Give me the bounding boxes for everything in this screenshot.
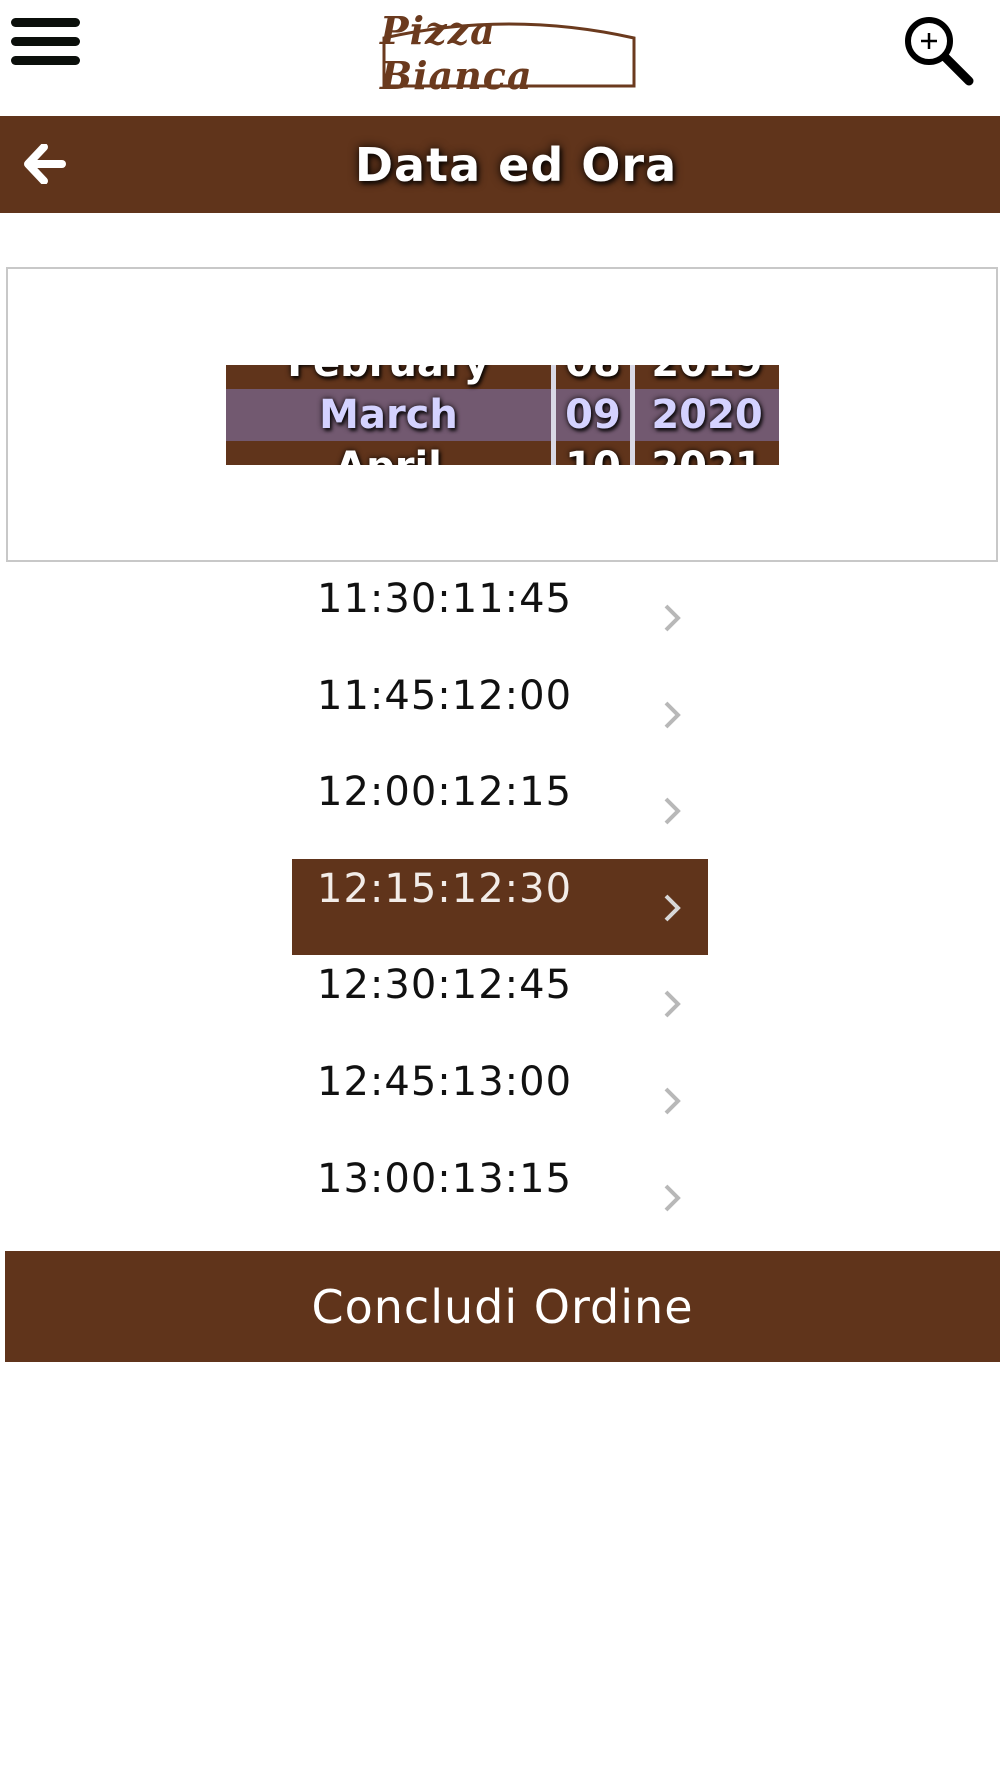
- day-selected[interactable]: 09: [556, 390, 630, 440]
- chevron-right-icon: [664, 797, 681, 825]
- chevron-right-icon: [664, 604, 681, 632]
- hamburger-menu-icon[interactable]: [11, 16, 81, 70]
- time-slot-label: 11:30:11:45: [317, 576, 573, 622]
- time-slot-label: 12:00:12:15: [317, 769, 573, 816]
- day-wheel[interactable]: 08 09 10: [556, 365, 630, 465]
- time-slot-row[interactable]: 13:00:13:15: [292, 1149, 708, 1246]
- month-next[interactable]: April: [226, 442, 551, 465]
- time-slot-label: 12:45:13:00: [317, 1058, 573, 1105]
- conclude-order-label: Concludi Ordine: [311, 1279, 694, 1334]
- time-slot-label: 12:15:12:30: [317, 865, 573, 912]
- year-next[interactable]: 2021: [635, 442, 779, 465]
- chevron-right-icon: [664, 701, 681, 729]
- title-bar: Data ed Ora: [0, 116, 1000, 213]
- time-slot-label: 11:45:12:00: [317, 672, 573, 719]
- chevron-right-icon: [664, 1184, 681, 1211]
- time-slot-list: 11:30:11:45 11:45:12:00 12:00:12:15 12:1…: [292, 569, 708, 1245]
- month-wheel[interactable]: February March April: [226, 365, 551, 465]
- month-prev[interactable]: February: [226, 365, 551, 388]
- time-slot-label: 13:00:13:15: [317, 1155, 573, 1202]
- date-picker-wheel[interactable]: February March April 08 09 10 2019 2020 …: [226, 365, 779, 465]
- top-bar: Pizza Bianca: [0, 0, 1000, 116]
- time-slot-row[interactable]: 12:30:12:45: [292, 955, 708, 1052]
- page-title: Data ed Ora: [354, 137, 678, 192]
- chevron-right-icon: [664, 990, 681, 1018]
- time-slot-row[interactable]: 11:45:12:00: [292, 666, 708, 763]
- conclude-order-button[interactable]: Concludi Ordine: [5, 1251, 1000, 1362]
- day-prev[interactable]: 08: [556, 365, 630, 388]
- pizza-bianca-logo[interactable]: Pizza Bianca: [380, 8, 638, 98]
- year-prev[interactable]: 2019: [635, 365, 779, 388]
- year-selected[interactable]: 2020: [635, 390, 779, 440]
- chevron-right-icon: [664, 894, 681, 922]
- chevron-right-icon: [664, 1087, 681, 1115]
- logo-text: Pizza Bianca: [380, 8, 533, 98]
- magnifier-zoom-icon[interactable]: [900, 12, 974, 86]
- time-slot-row[interactable]: 12:45:13:00: [292, 1052, 708, 1149]
- time-slot-row[interactable]: 12:00:12:15: [292, 762, 708, 859]
- day-next[interactable]: 10: [556, 442, 630, 465]
- year-wheel[interactable]: 2019 2020 2021: [635, 365, 779, 465]
- month-selected[interactable]: March: [226, 390, 551, 440]
- time-slot-row-selected[interactable]: 12:15:12:30: [292, 858, 708, 956]
- time-slot-row[interactable]: 11:30:11:45: [292, 569, 708, 666]
- time-slot-label: 12:30:12:45: [317, 962, 573, 1009]
